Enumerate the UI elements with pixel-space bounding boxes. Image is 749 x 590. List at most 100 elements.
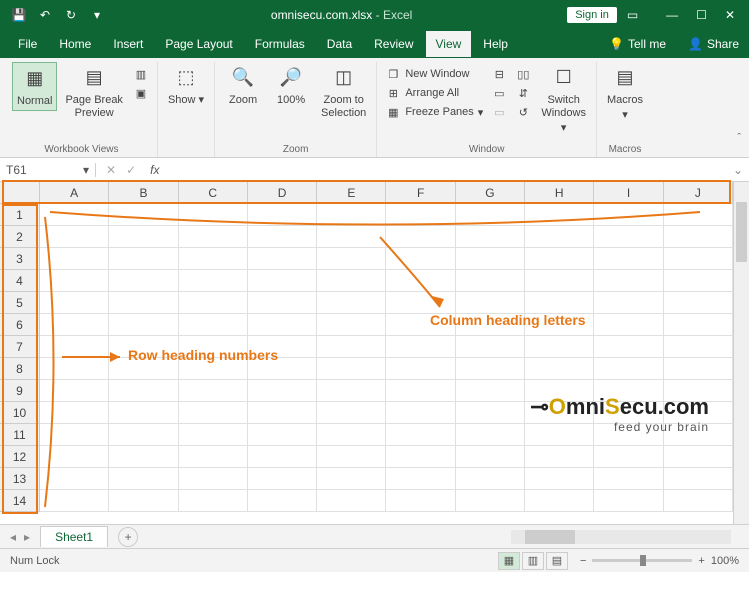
cell[interactable] — [594, 292, 663, 314]
cell[interactable] — [179, 248, 248, 270]
cell[interactable] — [386, 248, 455, 270]
cell[interactable] — [179, 314, 248, 336]
cell[interactable] — [317, 402, 386, 424]
save-icon[interactable]: 💾 — [10, 6, 28, 24]
tab-help[interactable]: Help — [473, 31, 518, 57]
cell[interactable] — [317, 424, 386, 446]
cell[interactable] — [40, 424, 109, 446]
cell[interactable] — [109, 314, 178, 336]
freeze-panes-button[interactable]: ▦Freeze Panes ▾ — [385, 104, 483, 120]
cell[interactable] — [386, 226, 455, 248]
cell[interactable] — [386, 292, 455, 314]
share-button[interactable]: 👤 Share — [678, 37, 749, 51]
cell[interactable] — [456, 292, 525, 314]
sheet-tab[interactable]: Sheet1 — [40, 526, 108, 547]
next-sheet-icon[interactable]: ▸ — [24, 530, 30, 544]
zoom-button[interactable]: 🔍 Zoom — [221, 62, 265, 109]
cell[interactable] — [109, 270, 178, 292]
show-button[interactable]: ⬚ Show ▾ — [164, 62, 208, 109]
cell[interactable] — [664, 358, 733, 380]
cell[interactable] — [179, 446, 248, 468]
unhide-icon[interactable]: ▭ — [491, 104, 507, 120]
cell[interactable] — [664, 336, 733, 358]
view-side-icon[interactable]: ▯▯ — [515, 66, 531, 82]
maximize-icon[interactable]: ☐ — [696, 8, 707, 22]
page-layout-icon[interactable]: ▥ — [133, 66, 149, 82]
cell[interactable] — [109, 468, 178, 490]
cell[interactable] — [664, 490, 733, 512]
cell[interactable] — [386, 358, 455, 380]
cell[interactable] — [664, 446, 733, 468]
cell[interactable] — [317, 468, 386, 490]
tab-page-layout[interactable]: Page Layout — [155, 31, 242, 57]
cell[interactable] — [317, 380, 386, 402]
cell[interactable] — [317, 358, 386, 380]
cell[interactable] — [525, 248, 594, 270]
cell[interactable] — [525, 358, 594, 380]
cell[interactable] — [317, 292, 386, 314]
cell[interactable] — [594, 226, 663, 248]
cell[interactable] — [109, 380, 178, 402]
cells-area[interactable] — [40, 204, 733, 524]
cell[interactable] — [40, 270, 109, 292]
cell[interactable] — [40, 380, 109, 402]
undo-icon[interactable]: ↶ — [36, 6, 54, 24]
cell[interactable] — [248, 248, 317, 270]
tab-formulas[interactable]: Formulas — [245, 31, 315, 57]
cell[interactable] — [664, 270, 733, 292]
close-icon[interactable]: ✕ — [725, 8, 735, 22]
cell[interactable] — [594, 468, 663, 490]
cell[interactable] — [40, 446, 109, 468]
tab-insert[interactable]: Insert — [103, 31, 153, 57]
namebox-dropdown-icon[interactable]: ▾ — [83, 163, 89, 177]
cell[interactable] — [594, 314, 663, 336]
fx-label[interactable]: fx — [146, 163, 159, 177]
redo-icon[interactable]: ↻ — [62, 6, 80, 24]
cell[interactable] — [664, 314, 733, 336]
tab-review[interactable]: Review — [364, 31, 423, 57]
cell[interactable] — [179, 402, 248, 424]
cell[interactable] — [317, 270, 386, 292]
zoom-in-button[interactable]: + — [698, 555, 704, 567]
cell[interactable] — [456, 270, 525, 292]
name-box[interactable]: T61 ▾ — [0, 163, 96, 177]
zoom-to-selection-button[interactable]: ◫ Zoom to Selection — [317, 62, 370, 122]
cell[interactable] — [664, 204, 733, 226]
cell[interactable] — [525, 292, 594, 314]
cell[interactable] — [317, 314, 386, 336]
cell[interactable] — [594, 358, 663, 380]
cell[interactable] — [40, 314, 109, 336]
reset-pos-icon[interactable]: ↺ — [515, 104, 531, 120]
zoom-100-button[interactable]: 🔎 100% — [269, 62, 313, 109]
cell[interactable] — [40, 402, 109, 424]
cell[interactable] — [525, 336, 594, 358]
cell[interactable] — [40, 336, 109, 358]
cell[interactable] — [317, 248, 386, 270]
sign-in-button[interactable]: Sign in — [567, 7, 617, 23]
cell[interactable] — [386, 446, 455, 468]
cell[interactable] — [386, 424, 455, 446]
tab-view[interactable]: View — [426, 31, 472, 57]
cell[interactable] — [456, 402, 525, 424]
cell[interactable] — [456, 248, 525, 270]
sync-scroll-icon[interactable]: ⇵ — [515, 85, 531, 101]
cell[interactable] — [40, 292, 109, 314]
cell[interactable] — [525, 446, 594, 468]
cell[interactable] — [594, 204, 663, 226]
add-sheet-button[interactable]: + — [118, 527, 138, 547]
cell[interactable] — [109, 402, 178, 424]
expand-formula-icon[interactable]: ⌄ — [727, 163, 749, 177]
cell[interactable] — [248, 314, 317, 336]
tab-data[interactable]: Data — [317, 31, 362, 57]
cell[interactable] — [248, 226, 317, 248]
cell[interactable] — [386, 490, 455, 512]
tab-file[interactable]: File — [8, 31, 47, 57]
cell[interactable] — [40, 204, 109, 226]
qat-dropdown-icon[interactable]: ▾ — [88, 6, 106, 24]
cell[interactable] — [386, 336, 455, 358]
cell[interactable] — [525, 226, 594, 248]
cell[interactable] — [386, 468, 455, 490]
status-normal-view-icon[interactable]: ▦ — [498, 552, 520, 570]
cell[interactable] — [109, 226, 178, 248]
cell[interactable] — [386, 402, 455, 424]
